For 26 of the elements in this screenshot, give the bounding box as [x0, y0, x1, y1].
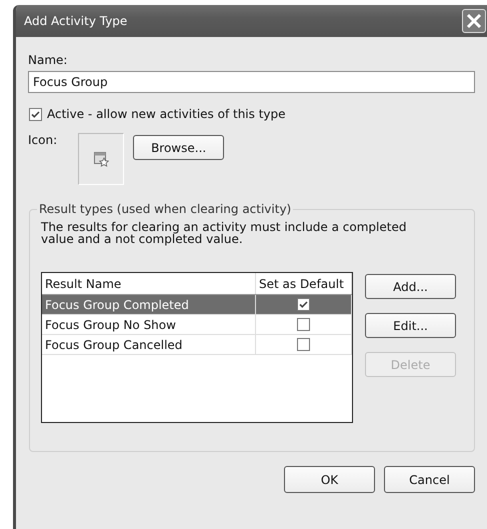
browse-button[interactable]: Browse...: [133, 135, 224, 160]
table-cell: Focus Group Completed: [42, 295, 256, 314]
table-cell: Focus Group No Show: [42, 315, 256, 334]
checkbox-label: Active - allow new activities of this type: [47, 107, 286, 121]
action-button[interactable]: Add...: [365, 274, 456, 299]
dialog-button[interactable]: Cancel: [384, 466, 475, 493]
action-button[interactable]: Edit...: [365, 313, 456, 338]
checkbox[interactable]: [297, 338, 310, 351]
column-header[interactable]: Set as Default: [256, 273, 352, 294]
field-label: Name:: [28, 53, 68, 67]
column-header[interactable]: Result Name: [42, 273, 256, 294]
window-title: Add Activity Type: [24, 14, 128, 28]
field-label: Icon:: [28, 133, 58, 149]
close-button[interactable]: [462, 9, 486, 33]
close-icon: [466, 13, 482, 29]
description-text: The results for clearing an activity must include a completed value and a not completed value.: [41, 221, 408, 245]
table-row[interactable]: Focus Group Cancelled: [42, 335, 352, 355]
dialog-button[interactable]: OK: [284, 466, 375, 493]
table-cell: Focus Group Cancelled: [42, 335, 256, 354]
group-title: Result types (used when clearing activity): [38, 202, 292, 216]
table-row[interactable]: Focus Group Completed: [42, 295, 352, 315]
checkbox[interactable]: [297, 318, 310, 331]
checkbox[interactable]: [29, 108, 42, 120]
name-field[interactable]: Focus Group: [28, 71, 475, 93]
table-row[interactable]: Focus Group No Show: [42, 315, 352, 335]
checkbox[interactable]: [297, 298, 310, 311]
